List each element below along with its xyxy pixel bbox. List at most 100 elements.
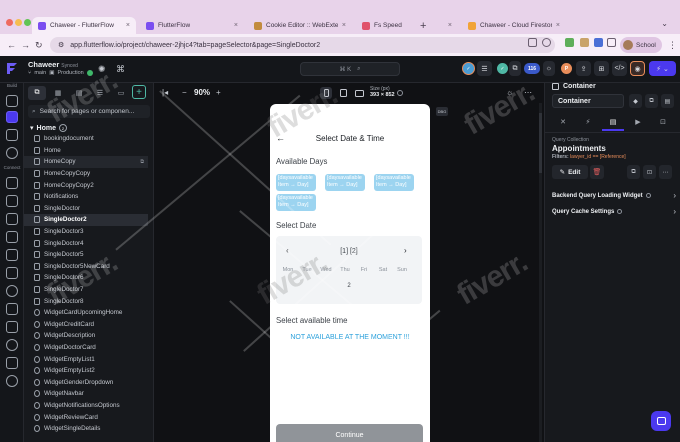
app-settings-icon[interactable] — [6, 267, 18, 279]
widget-tree-icon[interactable] — [6, 111, 18, 123]
browser-tab[interactable]: Cookie Editor :: WebExtensio × — [248, 17, 352, 34]
page-item[interactable]: SingleDoctor5NewCard — [24, 261, 148, 273]
canvas-scroll-thumb[interactable] — [539, 113, 542, 173]
cast-icon[interactable] — [528, 38, 537, 47]
forward-arrow-icon[interactable]: → — [21, 40, 30, 50]
storyboard-icon[interactable] — [6, 129, 18, 141]
close-tab-icon[interactable]: × — [126, 22, 130, 29]
page-item[interactable]: SingleDoctor6 — [24, 272, 148, 284]
page-item[interactable]: SingleDoctor7 — [24, 284, 148, 296]
media-assets-icon[interactable] — [6, 249, 18, 261]
page-item[interactable]: HomeCopy ⧉ — [24, 156, 148, 168]
close-tab-icon[interactable]: × — [342, 22, 346, 29]
pages-icon[interactable] — [6, 95, 18, 107]
page-item[interactable]: SingleDoctor2 — [24, 214, 148, 226]
marketplace-icon[interactable] — [6, 321, 18, 333]
tab-pages[interactable]: ⧉ — [28, 86, 46, 100]
component-item[interactable]: WidgetDescription — [24, 330, 148, 342]
close-window-icon[interactable] — [6, 19, 13, 26]
tab-properties-tools-icon[interactable]: ✕ — [552, 115, 574, 129]
page-item[interactable]: Home — [24, 145, 148, 157]
collapse-panel-icon[interactable]: |◂ — [162, 88, 168, 97]
custom-code-icon[interactable] — [6, 231, 18, 243]
page-item[interactable]: SingleDoctor5 — [24, 249, 148, 261]
tablet-device-button[interactable] — [337, 87, 349, 99]
checklist-icon[interactable]: ☰ — [477, 61, 492, 76]
tab-backend-query-icon[interactable]: ▤ — [602, 115, 624, 129]
browser-menu-icon[interactable]: ⋮ — [668, 40, 677, 51]
tab-assets[interactable]: ▭ — [112, 86, 130, 100]
profile-chip[interactable]: School — [620, 37, 662, 53]
close-tab-icon[interactable]: × — [234, 22, 238, 29]
paste-query-icon[interactable]: ⊡ — [643, 165, 656, 179]
maximize-window-icon[interactable] — [24, 19, 31, 26]
tab-layers[interactable]: ▤ — [70, 86, 88, 100]
component-item[interactable]: WidgetSingleDetails — [24, 423, 148, 435]
component-item[interactable]: WidgetCreditCard — [24, 319, 148, 331]
page-search-input[interactable] — [39, 108, 145, 115]
phone-device-button[interactable] — [320, 87, 332, 99]
flutterflow-logo-icon[interactable] — [6, 62, 18, 75]
document-icon[interactable]: ▤ — [661, 94, 674, 108]
agent-icon[interactable]: ☼ — [543, 61, 555, 76]
page-item[interactable]: SingleDoctor8 — [24, 295, 148, 307]
edit-query-button[interactable]: ✎ Edit — [552, 165, 588, 179]
branch-selector[interactable]: ⑂ main ▣ Production — [28, 70, 93, 76]
device-preview-icon[interactable]: ⧉ — [509, 61, 521, 76]
delete-query-icon[interactable]: 🗑 — [590, 165, 604, 179]
page-item[interactable]: SingleDoctor4 — [24, 237, 148, 249]
app-values-icon[interactable] — [6, 213, 18, 225]
component-item[interactable]: WidgetEmptyList1 — [24, 353, 148, 365]
address-bar[interactable]: ⚙ app.flutterflow.io/project/chaweer-2jh… — [50, 37, 555, 53]
plugins-icon[interactable] — [6, 339, 18, 351]
collab-avatar-icon[interactable]: ✓ — [462, 62, 475, 75]
design-canvas[interactable]: |◂ − 90% + Size (px) 393 × 852 ☼ ⋯ DBG ←… — [154, 83, 544, 442]
canvas-size[interactable]: Size (px) 393 × 852 — [370, 86, 395, 99]
cloud-icon[interactable] — [6, 285, 18, 297]
page-search[interactable]: ⌕ — [28, 105, 150, 118]
back-arrow-icon[interactable]: ← — [7, 40, 16, 50]
theme-icon[interactable] — [6, 147, 18, 159]
day-chip[interactable]: [daysavailable Item → Day] — [276, 174, 316, 191]
component-item[interactable]: WidgetReviewCard — [24, 411, 148, 423]
gift-icon[interactable]: ⊞ — [594, 61, 609, 76]
command-search[interactable]: ⌘ K ⌕ — [300, 62, 400, 76]
browser-tab[interactable]: FlutterFlow × — [140, 17, 244, 34]
add-page-button[interactable]: + — [132, 85, 146, 99]
debug-badge[interactable]: DBG — [436, 107, 448, 116]
integrations-icon[interactable] — [6, 303, 18, 315]
page-item[interactable]: HomeCopyCopy2 — [24, 179, 148, 191]
notifications-badge[interactable]: 116 — [524, 63, 540, 74]
canvas-scrollbar[interactable] — [539, 103, 542, 442]
extension-blue-icon[interactable] — [594, 38, 603, 47]
site-info-icon[interactable]: ⚙ — [58, 41, 64, 49]
preview-eye-icon[interactable]: ◉ — [630, 61, 645, 76]
component-item[interactable]: WidgetEmptyList2 — [24, 365, 148, 377]
component-item[interactable]: WidgetNotificationsOptions — [24, 400, 148, 412]
desktop-device-button[interactable] — [353, 87, 365, 99]
copy-widget-icon[interactable]: ⧉ — [645, 94, 658, 108]
zoom-in-icon[interactable]: + — [216, 88, 221, 97]
sun-icon[interactable]: ☼ — [506, 88, 513, 97]
component-item[interactable]: WidgetDoctorCard — [24, 342, 148, 354]
project-name[interactable]: Chaweer Synced — [28, 60, 78, 69]
minimize-window-icon[interactable] — [15, 19, 22, 26]
diamond-icon[interactable]: ◆ — [629, 94, 642, 108]
duplicate-icon[interactable]: ⧉ — [140, 159, 144, 165]
widget-name-field[interactable]: Container — [552, 94, 624, 108]
page-item[interactable]: Notifications — [24, 191, 148, 203]
page-item[interactable]: SingleDoctor — [24, 203, 148, 215]
day-chip[interactable]: [daysavailable Item → Day] — [276, 194, 316, 211]
database-icon[interactable] — [6, 177, 18, 189]
run-mode-button[interactable]: ⚡ ⌄ — [649, 61, 676, 76]
calendar-day[interactable]: 2 — [340, 283, 358, 289]
component-item[interactable]: WidgetCardUpcomingHome — [24, 307, 148, 319]
tab-actions-icon[interactable]: ⚡ — [577, 115, 599, 129]
day-chip[interactable]: [daysavailable Item → Day] — [374, 174, 414, 191]
user-avatar[interactable]: P — [561, 63, 572, 74]
tab-folders[interactable]: ☰ — [91, 86, 109, 100]
query-options-icon[interactable]: ⋯ — [659, 165, 672, 179]
page-item[interactable]: SingleDoctor3 — [24, 226, 148, 238]
settings-gear-icon[interactable] — [6, 375, 18, 387]
component-item[interactable]: WidgetNavbar — [24, 388, 148, 400]
